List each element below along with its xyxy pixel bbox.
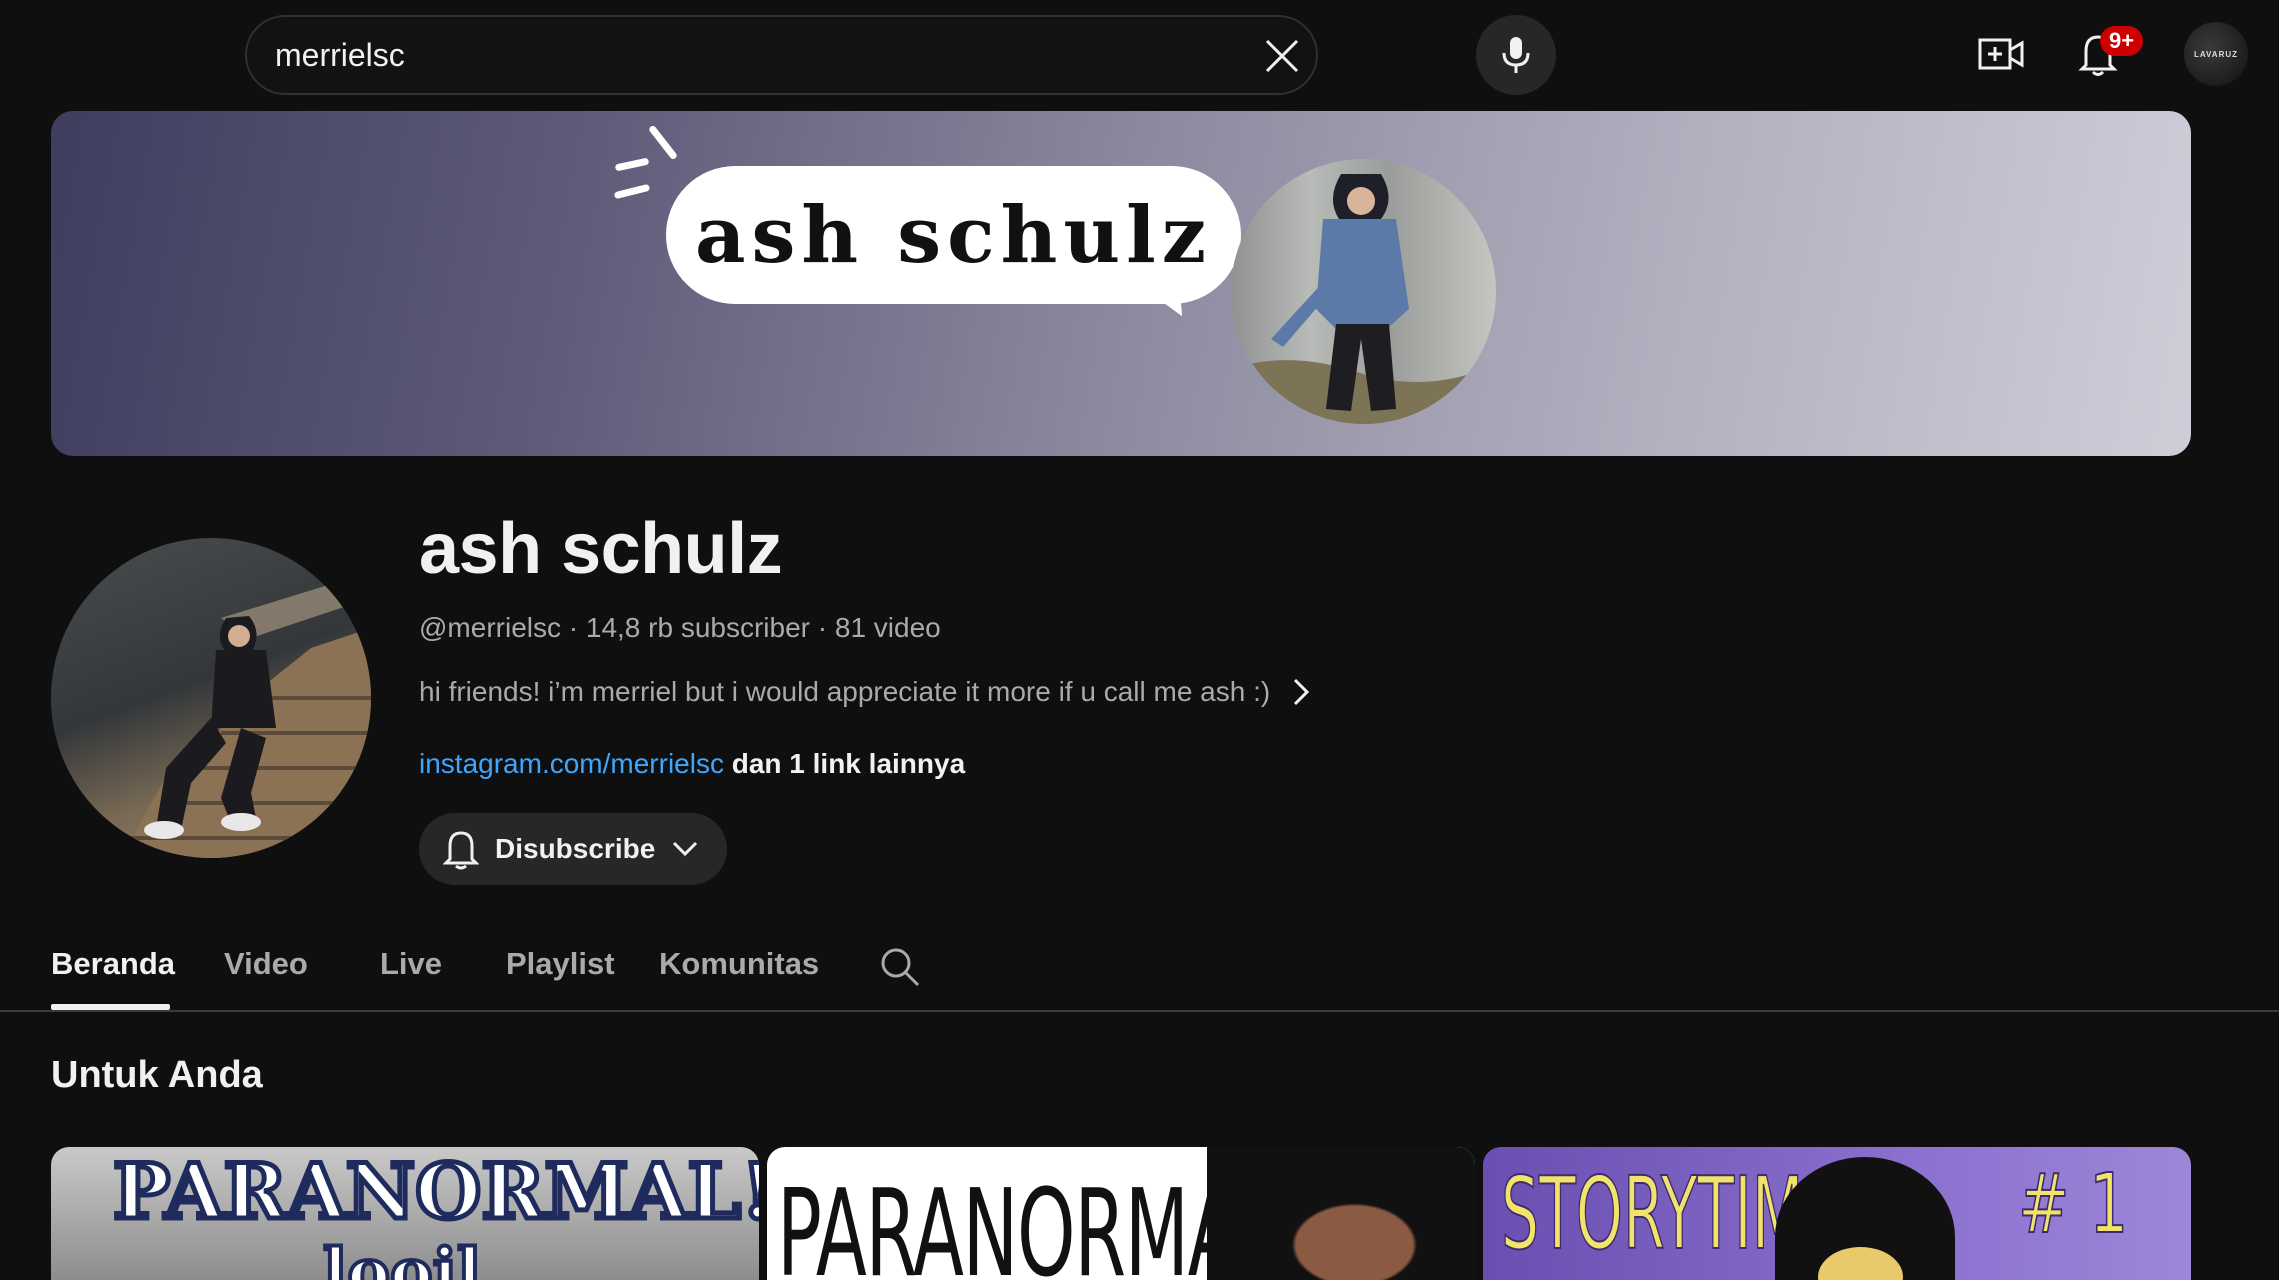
- video-plus-icon: [1978, 38, 2024, 70]
- banner-spark-decoration: [613, 183, 651, 200]
- account-avatar-label: LAVARUZ: [2193, 49, 2239, 59]
- video-thumbnail[interactable]: STORYTIME! # 1: [1483, 1147, 2191, 1280]
- bell-icon: [443, 831, 479, 870]
- search-box: [245, 15, 1318, 95]
- banner-spark-decoration: [614, 157, 650, 172]
- thumbnail-title-text: PARANORMAL: [777, 1165, 1279, 1280]
- subscribe-button[interactable]: Disubscribe: [419, 813, 727, 885]
- thumbnail-episode-text: # 1: [2017, 1156, 2129, 1253]
- thumbnail-person: [1207, 1147, 1475, 1280]
- close-icon: [1265, 39, 1299, 73]
- chevron-down-icon: [673, 841, 698, 857]
- active-tab-indicator: [51, 1004, 170, 1010]
- subscribe-button-label: Disubscribe: [495, 833, 656, 864]
- avatar-photo-illustration: [121, 578, 371, 858]
- thumbnail-subtitle-text: looil: [321, 1233, 483, 1280]
- channel-avatar[interactable]: [51, 538, 371, 858]
- video-thumbnail[interactable]: PARANORMAL! looil: [51, 1147, 759, 1280]
- tab-komunitas[interactable]: Komunitas: [659, 946, 819, 982]
- tab-beranda[interactable]: Beranda: [51, 946, 175, 982]
- top-bar: 9+ LAVARUZ: [0, 0, 2279, 110]
- clear-search-button[interactable]: [1257, 31, 1307, 81]
- account-avatar[interactable]: LAVARUZ: [2184, 22, 2248, 86]
- video-thumbnail[interactable]: PARANORMAL: [767, 1147, 1475, 1280]
- tab-video[interactable]: Video: [224, 946, 308, 982]
- instagram-link[interactable]: instagram.com/merrielsc: [419, 748, 724, 779]
- channel-name: ash schulz: [419, 509, 783, 589]
- channel-tabs: Beranda Video Live Playlist Komunitas: [0, 930, 2279, 1012]
- channel-meta: @merrielsc · 14,8 rb subscriber · 81 vid…: [419, 612, 941, 644]
- channel-links: instagram.com/merrielsc dan 1 link lainn…: [419, 748, 965, 780]
- subscriber-count: 14,8 rb subscriber: [585, 612, 810, 643]
- channel-description[interactable]: hi friends! i’m merriel but i would appr…: [419, 676, 1310, 708]
- channel-banner: ash schulz: [51, 111, 2191, 456]
- banner-spark-decoration: [647, 124, 679, 161]
- banner-title: ash schulz: [694, 189, 1213, 281]
- meta-separator: ·: [809, 612, 835, 643]
- tab-playlist[interactable]: Playlist: [506, 946, 615, 982]
- banner-photo: [1231, 159, 1496, 424]
- section-title: Untuk Anda: [51, 1054, 263, 1096]
- voice-search-button[interactable]: [1476, 15, 1556, 95]
- channel-description-text: hi friends! i’m merriel but i would appr…: [419, 676, 1271, 707]
- channel-search-button[interactable]: [878, 945, 922, 989]
- channel-handle: @merrielsc: [419, 612, 561, 643]
- person-photo-illustration: [1231, 174, 1496, 424]
- tab-live[interactable]: Live: [380, 946, 442, 982]
- notification-count-badge: 9+: [2100, 26, 2144, 56]
- chevron-right-icon: [1294, 678, 1310, 706]
- more-links-button[interactable]: dan 1 link lainnya: [732, 748, 965, 779]
- search-icon: [881, 948, 920, 987]
- microphone-icon: [1502, 37, 1530, 73]
- meta-separator: ·: [560, 612, 586, 643]
- search-input[interactable]: [275, 17, 1175, 93]
- thumbnail-title-text: PARANORMAL!: [110, 1147, 759, 1239]
- create-video-button[interactable]: [1975, 28, 2027, 80]
- video-count: 81 video: [834, 612, 941, 643]
